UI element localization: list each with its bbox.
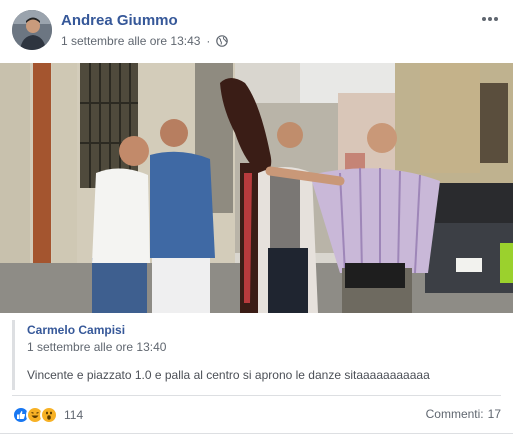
bottom-divider: [0, 433, 513, 434]
shared-text: Vincente e piazzato 1.0 e palla al centr…: [27, 368, 430, 382]
wow-icon: [40, 406, 58, 424]
shared-author-name[interactable]: Carmelo Campisi: [27, 323, 125, 337]
reactions-summary[interactable]: 114: [12, 405, 83, 425]
more-options-button[interactable]: [477, 9, 503, 29]
shared-comment-block: Carmelo Campisi 1 settembre alle ore 13:…: [12, 320, 502, 390]
post-photo[interactable]: [0, 63, 513, 313]
more-horizontal-icon: [482, 17, 498, 21]
post-meta: 1 settembre alle ore 13:43 ·: [61, 33, 229, 49]
facebook-post: Andrea Giummo 1 settembre alle ore 13:43…: [0, 0, 513, 437]
comments-count-link[interactable]: Commenti: 17: [426, 407, 501, 421]
avatar-image: [12, 10, 52, 50]
post-header: Andrea Giummo 1 settembre alle ore 13:43…: [0, 0, 513, 62]
author-name[interactable]: Andrea Giummo: [61, 12, 178, 29]
comments-label: Commenti:: [425, 407, 484, 421]
reaction-count: 114: [64, 408, 84, 422]
footer-divider: [12, 395, 501, 396]
photo-illustration: [0, 63, 513, 313]
post-timestamp[interactable]: 1 settembre alle ore 13:43: [61, 34, 200, 48]
comments-number: 17: [487, 407, 501, 421]
globe-icon[interactable]: [216, 35, 229, 47]
shared-timestamp[interactable]: 1 settembre alle ore 13:40: [27, 340, 166, 354]
separator-dot: ·: [206, 34, 211, 48]
author-avatar[interactable]: [12, 10, 52, 50]
